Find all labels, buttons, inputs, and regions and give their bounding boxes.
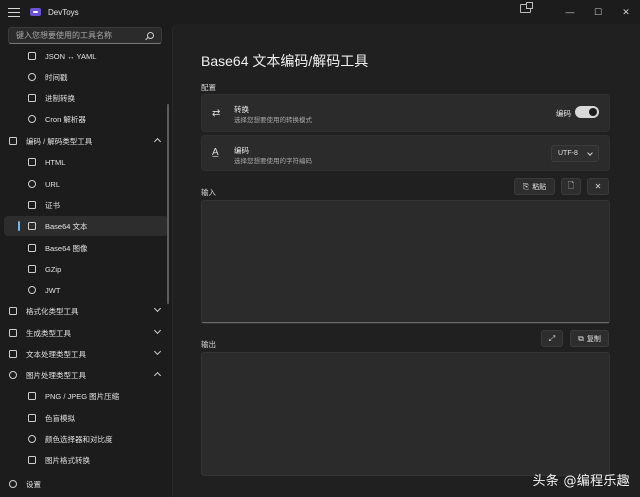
clock-icon xyxy=(28,73,36,81)
sidebar-category-encoders[interactable]: 编码 / 解码类型工具 xyxy=(4,131,168,151)
expand-button[interactable]: ⤢ xyxy=(541,330,563,347)
maximize-button[interactable]: ☐ xyxy=(584,3,612,21)
paste-button[interactable]: ⎘ 粘贴 xyxy=(514,178,555,195)
app-logo-icon xyxy=(30,8,41,16)
chevron-down-icon xyxy=(153,304,162,313)
sidebar-item-timestamp[interactable]: 时间戳 xyxy=(4,67,168,87)
sidebar-category-formatters[interactable]: 格式化类型工具 xyxy=(4,301,168,321)
main-panel: Base64 文本编码/解码工具 配置 ⇄ 转换 选择您想要使用的转换模式 编码… xyxy=(172,24,640,497)
file-icon: 🗋 xyxy=(567,180,575,190)
sidebar-item-certificate[interactable]: 证书 xyxy=(4,195,168,215)
conversion-toggle[interactable] xyxy=(575,106,599,118)
chevron-down-icon xyxy=(153,347,162,356)
close-window-button[interactable]: ✕ xyxy=(612,3,640,21)
text-category-icon xyxy=(9,350,17,358)
graphic-category-icon xyxy=(9,371,17,379)
chevron-down-icon xyxy=(153,326,162,335)
chevron-up-icon xyxy=(153,371,162,380)
search-input[interactable] xyxy=(16,31,146,40)
chevron-down-icon xyxy=(587,150,593,156)
open-file-button[interactable]: 🗋 xyxy=(561,178,581,195)
sidebar-category-text[interactable]: 文本处理类型工具 xyxy=(4,344,168,364)
sidebar-category-graphic[interactable]: 图片处理类型工具 xyxy=(4,365,168,385)
sidebar-item-color-picker[interactable]: 颜色选择器和对比度 xyxy=(4,429,168,449)
copy-button[interactable]: ⧉ 复制 xyxy=(570,330,609,347)
sidebar-item-url[interactable]: URL xyxy=(4,174,168,194)
title-bar: DevToys — ☐ ✕ xyxy=(0,0,640,24)
swap-icon: ⇄ xyxy=(212,108,221,119)
gear-icon xyxy=(9,480,17,488)
clear-button[interactable]: ✕ xyxy=(587,178,609,195)
hamburger-menu-icon[interactable] xyxy=(8,7,20,17)
input-textarea[interactable] xyxy=(201,200,610,324)
link-icon xyxy=(28,180,36,188)
image-converter-icon xyxy=(28,456,36,464)
conversion-setting-card: ⇄ 转换 选择您想要使用的转换模式 编码 xyxy=(201,94,610,132)
html-icon xyxy=(28,158,36,166)
expand-icon: ⤢ xyxy=(548,333,556,343)
cron-icon xyxy=(28,115,36,123)
json-yaml-icon xyxy=(28,52,36,60)
sidebar-item-base64-image[interactable]: Base64 图像 xyxy=(4,238,168,258)
compress-icon xyxy=(28,392,36,400)
certificate-icon xyxy=(28,201,36,209)
clipboard-icon: ⎘ xyxy=(522,181,530,191)
sidebar-item-settings[interactable]: 设置 xyxy=(4,474,168,494)
formatters-category-icon xyxy=(9,307,17,315)
sidebar-category-generators[interactable]: 生成类型工具 xyxy=(4,323,168,343)
encoding-description: 选择您想要使用的字符编码 xyxy=(234,158,312,165)
base64-text-icon xyxy=(28,222,36,230)
sidebar-item-jwt[interactable]: JWT xyxy=(4,280,168,300)
color-blindness-icon xyxy=(28,414,36,422)
sidebar: JSON ↔ YAML 时间戳 进制转换 Cron 解析器 编码 / 解码类型工… xyxy=(0,24,172,497)
sidebar-item-image-converter[interactable]: 图片格式转换 xyxy=(4,450,168,470)
compact-overlay-icon[interactable] xyxy=(520,2,533,13)
sidebar-item-gzip[interactable]: GZip xyxy=(4,259,168,279)
sidebar-item-base64-text[interactable]: Base64 文本 xyxy=(4,216,168,236)
sidebar-item-cron[interactable]: Cron 解析器 xyxy=(4,109,168,129)
sidebar-item-html[interactable]: HTML xyxy=(4,152,168,172)
chevron-up-icon xyxy=(153,137,162,146)
encoding-setting-card: A̲ 编码 选择您想要使用的字符编码 UTF-8 xyxy=(201,135,610,171)
input-section-label: 输入 xyxy=(201,188,216,197)
sidebar-item-color-blindness[interactable]: 色盲模拟 xyxy=(4,408,168,428)
output-section-label: 输出 xyxy=(201,340,216,349)
generators-category-icon xyxy=(9,329,17,337)
jwt-icon xyxy=(28,286,36,294)
copy-icon: ⧉ xyxy=(578,333,584,343)
config-section-label: 配置 xyxy=(201,83,216,92)
sidebar-item-number-base[interactable]: 进制转换 xyxy=(4,88,168,108)
number-base-icon xyxy=(28,94,36,102)
search-box[interactable] xyxy=(8,27,162,44)
selection-indicator xyxy=(18,221,20,231)
font-icon: A̲ xyxy=(212,147,219,158)
close-icon: ✕ xyxy=(594,182,602,191)
search-icon[interactable] xyxy=(147,32,154,39)
input-focus-underline xyxy=(202,322,609,323)
image-icon xyxy=(28,244,36,252)
minimize-button[interactable]: — xyxy=(556,3,584,21)
sidebar-item-json-yaml[interactable]: JSON ↔ YAML xyxy=(4,46,168,66)
conversion-description: 选择您想要使用的转换模式 xyxy=(234,117,312,124)
app-title: DevToys xyxy=(48,7,79,17)
watermark: 头条 @编程乐趣 xyxy=(532,474,630,489)
page-title: Base64 文本编码/解码工具 xyxy=(201,53,369,69)
encoding-select[interactable]: UTF-8 xyxy=(551,145,599,162)
color-picker-icon xyxy=(28,435,36,443)
sidebar-item-png-jpeg-compressor[interactable]: PNG / JPEG 图片压缩 xyxy=(4,386,168,406)
encoders-category-icon xyxy=(9,137,17,145)
conversion-mode-label: 编码 xyxy=(556,109,571,118)
output-textarea xyxy=(201,352,610,476)
sidebar-scrollbar[interactable] xyxy=(167,104,169,304)
gzip-icon xyxy=(28,265,36,273)
